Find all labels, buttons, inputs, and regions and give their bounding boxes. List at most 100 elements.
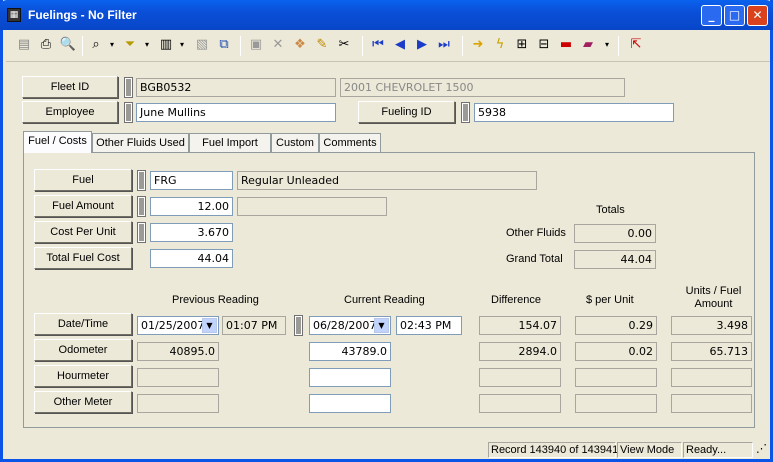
window-title: Fuelings - No Filter	[28, 8, 137, 22]
cost-per-unit-field[interactable]: 3.670	[150, 223, 233, 242]
list-view-icon[interactable]: ▤	[14, 35, 34, 55]
employee-button[interactable]: Employee	[22, 101, 118, 123]
last-record-icon[interactable]: ⏭	[434, 35, 454, 55]
odometer-current[interactable]: 43789.0	[309, 342, 391, 361]
other-meter-units-fuel	[671, 394, 752, 413]
resize-grip-icon[interactable]: ⋰	[754, 442, 769, 458]
other-meter-per-unit	[575, 394, 657, 413]
previous-date-value: 01/25/2007	[141, 319, 205, 332]
tab-fuel-costs[interactable]: Fuel / Costs	[23, 131, 92, 153]
odometer-difference: 2894.0	[479, 342, 561, 361]
first-record-icon[interactable]: ⏮	[368, 35, 388, 55]
filter-dropdown-icon[interactable]: ▾	[137, 35, 157, 55]
hourmeter-units-fuel	[671, 368, 752, 387]
other-meter-current[interactable]	[309, 394, 391, 413]
edit-icon[interactable]: ✎	[312, 35, 332, 55]
previous-date-field[interactable]: 01/25/2007 ▼	[137, 316, 219, 335]
attach-icon[interactable]: ▧	[192, 35, 212, 55]
hourmeter-current[interactable]	[309, 368, 391, 387]
maximize-icon[interactable]: □	[724, 5, 745, 26]
chevron-down-icon[interactable]: ▼	[202, 318, 217, 333]
fuel-code-field[interactable]: FRG	[150, 171, 233, 190]
tab-other-fluids[interactable]: Other Fluids Used	[92, 133, 189, 153]
other-meter-button[interactable]: Other Meter	[34, 391, 132, 413]
hourmeter-difference	[479, 368, 561, 387]
record-position: Record 143940 of 143941	[488, 442, 618, 458]
fuel-amount-button[interactable]: Fuel Amount	[34, 195, 132, 217]
datetime-button[interactable]: Date/Time	[34, 313, 132, 335]
new-record-icon[interactable]: ❖	[290, 35, 310, 55]
current-date-marker	[294, 315, 303, 336]
fuel-marker	[137, 170, 146, 191]
tab-fuel-import[interactable]: Fuel Import	[189, 133, 271, 153]
units-fuel-header: Units / Fuel Amount	[685, 285, 742, 310]
chevron-down-icon[interactable]: ▼	[374, 318, 389, 333]
fueling-id-button[interactable]: Fueling ID	[358, 101, 455, 123]
totals-heading: Totals	[596, 204, 625, 216]
vehicle-description: 2001 CHEVROLET 1500	[340, 78, 625, 97]
other-meter-difference	[479, 394, 561, 413]
other-fluids-label: Other Fluids	[506, 227, 566, 239]
grand-total-value: 44.04	[574, 250, 656, 269]
fuel-description: Regular Unleaded	[237, 171, 537, 190]
status-bar: Record 143940 of 143941 View Mode Ready.…	[3, 441, 770, 459]
vehicle-icon[interactable]: ▬	[556, 35, 576, 55]
current-date-field[interactable]: 06/28/2007 ▼	[309, 316, 391, 335]
total-fuel-cost-field[interactable]: 44.04	[150, 249, 233, 268]
next-record-icon[interactable]: ▶	[412, 35, 432, 55]
copy-record-icon[interactable]: ⧉	[214, 35, 234, 55]
book-icon[interactable]: ▰	[578, 35, 598, 55]
book-dropdown-icon[interactable]: ▾	[597, 35, 617, 55]
other-fluids-total: 0.00	[574, 224, 656, 243]
fuelings-window: ▦ Fuelings - No Filter _ □ ✕ ▤ ⎙ 🔍 ⌕ ▾ ⏷…	[0, 0, 773, 462]
cost-per-unit-button[interactable]: Cost Per Unit	[34, 221, 132, 243]
hierarchy-icon[interactable]: ⊟	[534, 35, 554, 55]
fuel-amount-marker	[137, 196, 146, 217]
lookup-icon[interactable]: ⊞	[512, 35, 532, 55]
save-icon[interactable]: ▣	[246, 35, 266, 55]
cut-icon[interactable]: ✂	[334, 35, 354, 55]
per-unit-header: $ per Unit	[586, 294, 634, 306]
report-dropdown-icon[interactable]: ▾	[172, 35, 192, 55]
minimize-icon[interactable]: _	[701, 5, 722, 26]
fuel-costs-panel: Fuel FRG Regular Unleaded Fuel Amount 12…	[23, 152, 755, 428]
exit-icon[interactable]: ⇱	[626, 35, 646, 55]
delete-icon[interactable]: ✕	[268, 35, 288, 55]
close-icon[interactable]: ✕	[747, 5, 768, 26]
fleet-id-field[interactable]: BGB0532	[136, 78, 336, 97]
goto-icon[interactable]: ➜	[468, 35, 488, 55]
lightning-icon[interactable]: ϟ	[490, 35, 510, 55]
app-icon[interactable]: ▦	[7, 8, 21, 22]
ready-status: Ready...	[683, 442, 753, 458]
total-fuel-cost-button[interactable]: Total Fuel Cost	[34, 247, 132, 269]
odometer-units-fuel: 65.713	[671, 342, 752, 361]
odometer-previous: 40895.0	[137, 342, 219, 361]
odometer-button[interactable]: Odometer	[34, 339, 132, 361]
hourmeter-previous	[137, 368, 219, 387]
prev-record-icon[interactable]: ◀	[390, 35, 410, 55]
find-dropdown-icon[interactable]: ▾	[102, 35, 122, 55]
print-preview-icon[interactable]: 🔍	[58, 35, 78, 55]
current-date-value: 06/28/2007	[313, 319, 377, 332]
difference-header: Difference	[491, 294, 541, 306]
current-time-field[interactable]: 02:43 PM	[396, 316, 462, 335]
fuel-amount-extra	[237, 197, 387, 216]
current-reading-header: Current Reading	[344, 294, 425, 306]
fueling-id-field[interactable]: 5938	[474, 103, 674, 122]
odometer-per-unit: 0.02	[575, 342, 657, 361]
previous-time-field: 01:07 PM	[222, 316, 286, 335]
fuel-button[interactable]: Fuel	[34, 169, 132, 191]
other-meter-previous	[137, 394, 219, 413]
employee-field[interactable]: June Mullins	[136, 103, 336, 122]
hourmeter-button[interactable]: Hourmeter	[34, 365, 132, 387]
tab-comments[interactable]: Comments	[319, 133, 381, 153]
fuel-amount-field[interactable]: 12.00	[150, 197, 233, 216]
fueling-id-marker	[461, 102, 470, 123]
tab-custom[interactable]: Custom	[271, 133, 319, 153]
title-bar: ▦ Fuelings - No Filter _ □ ✕	[0, 0, 773, 30]
fleet-id-marker	[124, 77, 133, 98]
cost-per-unit-marker	[137, 222, 146, 243]
fleet-id-button[interactable]: Fleet ID	[22, 76, 118, 98]
print-icon[interactable]: ⎙	[36, 35, 56, 55]
datetime-units-fuel: 3.498	[671, 316, 752, 335]
